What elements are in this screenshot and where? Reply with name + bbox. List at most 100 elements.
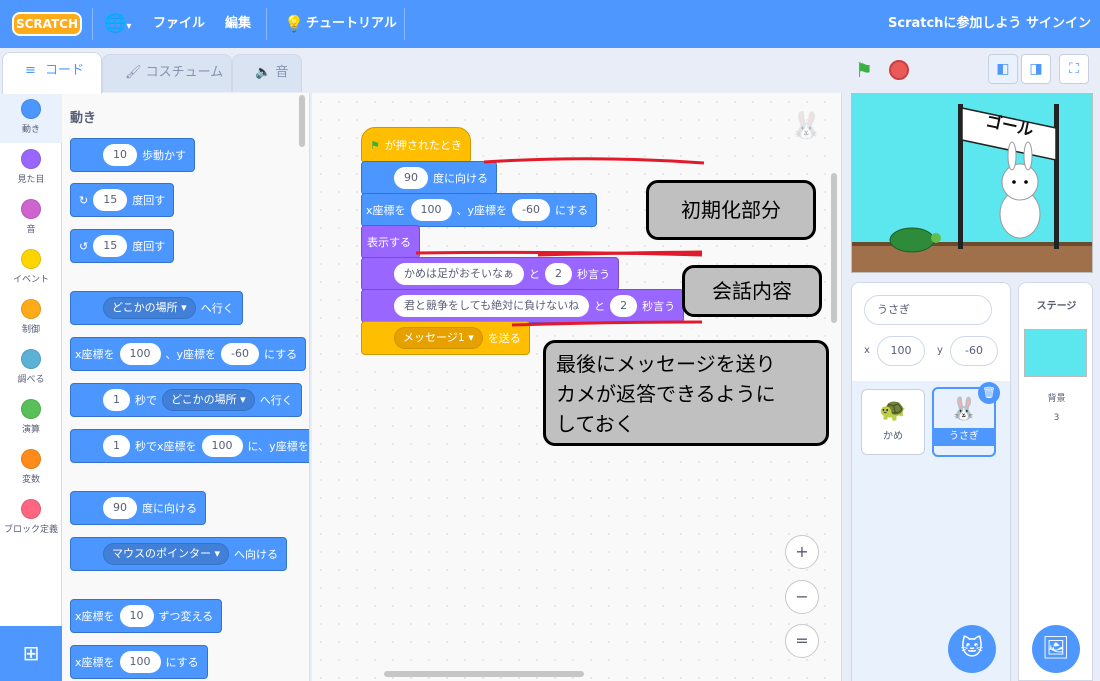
note-last: 最後にメッセージを送り カメが返答できるように しておく	[543, 340, 829, 446]
tutorial-menu[interactable]: チュートリアル	[306, 0, 397, 48]
large-stage-button[interactable]: ◨	[1021, 54, 1051, 84]
category-dot-icon	[21, 149, 41, 169]
category-label: 変数	[21, 475, 40, 485]
fullscreen-button[interactable]: ⛶	[1059, 54, 1089, 84]
file-menu[interactable]: ファイル	[153, 0, 205, 48]
category-label: 音	[26, 225, 36, 235]
cat-icon: 🐱	[960, 636, 984, 661]
category-dot-icon	[21, 199, 41, 219]
zoom-in-button[interactable]: +	[785, 535, 819, 569]
add-backdrop-button[interactable]: 🖼	[1032, 625, 1080, 673]
annotation-line-1	[483, 157, 705, 165]
stage-select-pane[interactable]: ステージ 背景 3 🖼	[1018, 282, 1093, 681]
rabbit-ear-right	[1023, 141, 1033, 171]
stage-thumbnail[interactable]	[1024, 329, 1087, 377]
category-label: 調べる	[17, 375, 45, 385]
backdrop-label: 背景	[1047, 394, 1066, 404]
category-3[interactable]: イベント	[0, 243, 62, 293]
block-point-towards[interactable]: マウスのポインター ▾ へ向ける	[70, 537, 288, 571]
divider	[404, 8, 405, 40]
tab-sound[interactable]: 🔈 音	[232, 54, 302, 92]
category-dot-icon	[21, 449, 41, 469]
turtle-icon: 🐢	[879, 398, 907, 423]
speaker-icon: 🔈	[255, 65, 272, 80]
block-glide-xy[interactable]: 1 秒でx座標を 100 に、y座標を	[70, 429, 309, 463]
turtle-head	[931, 233, 941, 243]
block-change-x[interactable]: x座標を 10 ずつ変える	[70, 599, 223, 633]
scratch-logo[interactable]: SCRATCH	[12, 12, 82, 36]
globe-icon[interactable]: 🌐▾	[104, 0, 131, 48]
brush-icon: 🖌	[125, 65, 142, 80]
script-area[interactable]: 🐰 ⚑ が押されたとき 90 度に向ける x座標を 100 、y座標を -60 にする 表示…	[312, 93, 842, 681]
tab-code[interactable]: ≡ コード	[2, 52, 102, 94]
stage-canvas[interactable]: ゴール	[851, 93, 1093, 273]
note-init: 初期化部分	[646, 180, 816, 240]
block-move-steps[interactable]: 10 歩動かす	[70, 138, 195, 172]
category-0[interactable]: 動き	[0, 93, 62, 143]
category-8[interactable]: ブロック定義	[0, 493, 62, 543]
category-1[interactable]: 見た目	[0, 143, 62, 193]
category-label: 見た目	[17, 175, 45, 185]
sprite-name-field[interactable]: うさぎ	[864, 295, 992, 325]
category-label: 動き	[21, 125, 40, 135]
zoom-reset-button[interactable]: =	[785, 624, 819, 658]
sprite-y-field[interactable]: -60	[950, 336, 998, 366]
palette-heading: 動き	[70, 111, 97, 126]
image-icon: 🖼	[1042, 636, 1070, 661]
palette-scrollbar[interactable]	[299, 95, 305, 147]
category-label: 演算	[21, 425, 40, 435]
add-sprite-button[interactable]: 🐱	[948, 625, 996, 673]
trash-icon[interactable]: 🗑	[978, 382, 1000, 404]
block-glide[interactable]: 1 秒で どこかの場所 ▾ へ行く	[70, 383, 302, 417]
category-label: ブロック定義	[3, 525, 58, 535]
stage-pane-title: ステージ	[1036, 301, 1077, 312]
category-bar: 動き見た目音イベント制御調べる演算変数ブロック定義	[0, 93, 62, 681]
block-point-direction[interactable]: 90 度に向ける	[70, 491, 206, 525]
block-goto[interactable]: どこかの場所 ▾ へ行く	[70, 291, 243, 325]
category-6[interactable]: 演算	[0, 393, 62, 443]
category-4[interactable]: 制御	[0, 293, 62, 343]
category-dot-icon	[21, 349, 41, 369]
tab-costume[interactable]: 🖌 コスチューム	[102, 54, 232, 92]
rotate-left-icon: ↺	[79, 239, 89, 253]
small-stage-button[interactable]: ◧	[988, 54, 1018, 84]
category-dot-icon	[21, 499, 41, 519]
block-palette: 動き 10 歩動かす ↻ 15 度回す ↺ 15 度回す どこかの場所 ▾ へ行く x座標を…	[62, 93, 310, 681]
rotate-right-icon: ↻	[79, 193, 89, 207]
sprite-tile-turtle[interactable]: 🐢 かめ	[861, 389, 925, 455]
block-set-x[interactable]: x座標を 100 にする	[70, 645, 208, 679]
stop-icon[interactable]	[889, 60, 909, 80]
signin-link[interactable]: サインイン	[1026, 0, 1091, 48]
category-dot-icon	[21, 99, 41, 119]
menu-bar: SCRATCH 🌐▾ ファイル 編集 💡 チュートリアル Scratchに参加し…	[0, 0, 1100, 48]
rabbit-head	[1001, 163, 1039, 201]
category-label: イベント	[12, 275, 49, 285]
category-dot-icon	[21, 249, 41, 269]
backdrop-count: 3	[1053, 413, 1060, 423]
turtle-shell	[889, 227, 935, 253]
rabbit-eye-right	[1024, 180, 1028, 184]
sprite-x-field[interactable]: 100	[877, 336, 925, 366]
code-icon: ≡	[25, 63, 36, 78]
category-label: 制御	[21, 325, 40, 335]
zoom-out-button[interactable]: −	[785, 580, 819, 614]
note-talk: 会話内容	[682, 265, 822, 317]
extension-icon[interactable]: ⊞	[0, 626, 62, 681]
edit-menu[interactable]: 編集	[225, 0, 251, 48]
category-5[interactable]: 調べる	[0, 343, 62, 393]
category-dot-icon	[21, 399, 41, 419]
category-dot-icon	[21, 299, 41, 319]
block-goto-xy[interactable]: x座標を 100 、y座標を -60 にする	[70, 337, 307, 371]
rabbit-ear-left	[1007, 141, 1017, 171]
category-2[interactable]: 音	[0, 193, 62, 243]
category-7[interactable]: 変数	[0, 443, 62, 493]
join-link[interactable]: Scratchに参加しよう	[888, 0, 1021, 48]
rabbit-eye-left	[1012, 180, 1016, 184]
block-turn-left[interactable]: ↺ 15 度回す	[70, 229, 175, 263]
divider	[266, 8, 267, 40]
green-flag-icon[interactable]: ⚑	[855, 58, 873, 82]
y-label: y	[937, 345, 943, 356]
lightbulb-icon[interactable]: 💡	[284, 0, 304, 48]
block-turn-right[interactable]: ↻ 15 度回す	[70, 183, 175, 217]
annotation-line-4	[511, 320, 703, 327]
